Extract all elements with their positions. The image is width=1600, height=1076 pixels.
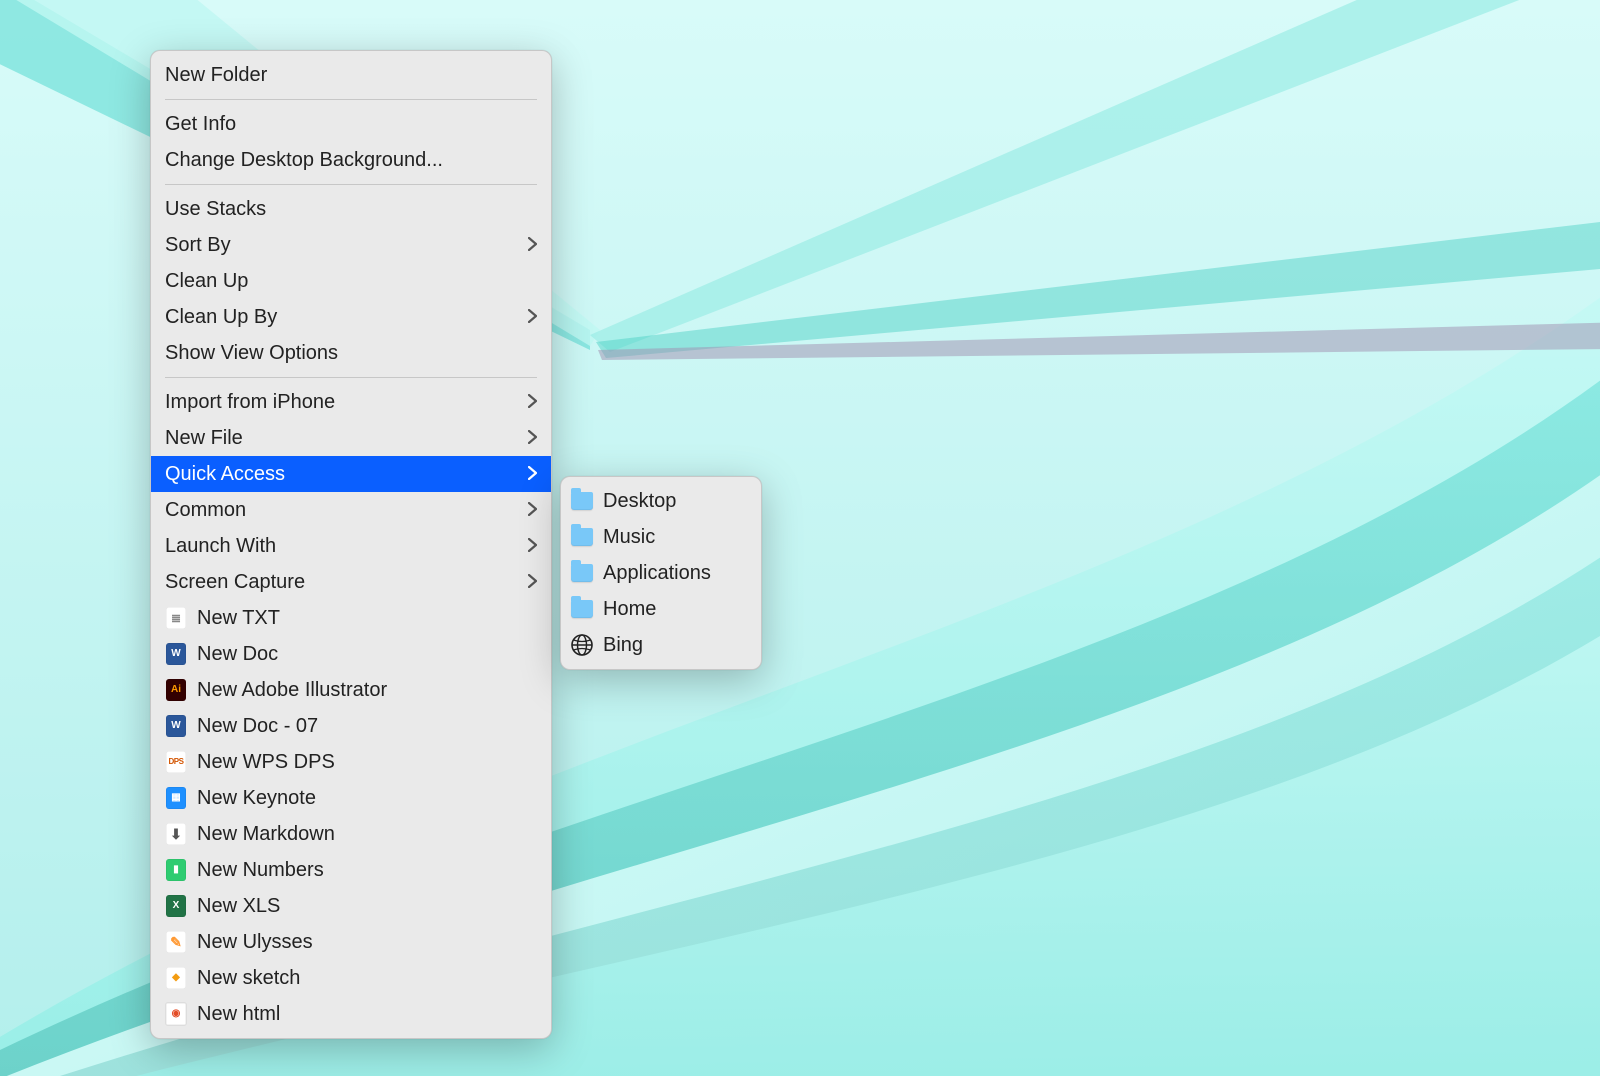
menu-label: New Doc [197, 639, 537, 669]
chevron-right-icon [528, 302, 537, 332]
folder-icon [571, 598, 593, 620]
menu-new-html[interactable]: ◉ New html [151, 996, 551, 1032]
sketch-file-icon: ◆ [165, 967, 187, 989]
menu-launch-with[interactable]: Launch With [151, 528, 551, 564]
menu-quick-access[interactable]: Quick Access [151, 456, 551, 492]
menu-label: Screen Capture [165, 567, 516, 597]
menu-label: New Markdown [197, 819, 537, 849]
ulysses-file-icon: ✎ [165, 931, 187, 953]
menu-label: Sort By [165, 230, 516, 260]
menu-label: New Numbers [197, 855, 537, 885]
chevron-right-icon [528, 459, 537, 489]
menu-label: New TXT [197, 603, 537, 633]
menu-label: New Doc - 07 [197, 711, 537, 741]
menu-label: Launch With [165, 531, 516, 561]
excel-file-icon: X [165, 895, 187, 917]
menu-label: New Adobe Illustrator [197, 675, 537, 705]
menu-new-xls[interactable]: X New XLS [151, 888, 551, 924]
folder-icon [571, 526, 593, 548]
illustrator-file-icon: Ai [165, 679, 187, 701]
menu-show-view-options[interactable]: Show View Options [151, 335, 551, 371]
menu-label: Clean Up By [165, 302, 516, 332]
menu-new-doc-07[interactable]: W New Doc - 07 [151, 708, 551, 744]
menu-new-adobe-illustrator[interactable]: Ai New Adobe Illustrator [151, 672, 551, 708]
menu-label: Import from iPhone [165, 387, 516, 417]
menu-get-info[interactable]: Get Info [151, 106, 551, 142]
chevron-right-icon [528, 230, 537, 260]
submenu-label: Desktop [603, 486, 747, 516]
menu-new-keynote[interactable]: ▦ New Keynote [151, 780, 551, 816]
menu-label: Clean Up [165, 266, 537, 296]
menu-new-file[interactable]: New File [151, 420, 551, 456]
menu-new-ulysses[interactable]: ✎ New Ulysses [151, 924, 551, 960]
menu-import-from-iphone[interactable]: Import from iPhone [151, 384, 551, 420]
menu-new-doc[interactable]: W New Doc [151, 636, 551, 672]
chevron-right-icon [528, 495, 537, 525]
chevron-right-icon [528, 387, 537, 417]
menu-change-desktop-background[interactable]: Change Desktop Background... [151, 142, 551, 178]
menu-label: New XLS [197, 891, 537, 921]
html-file-icon: ◉ [165, 1003, 187, 1025]
menu-new-sketch[interactable]: ◆ New sketch [151, 960, 551, 996]
numbers-file-icon: ▮ [165, 859, 187, 881]
menu-clean-up-by[interactable]: Clean Up By [151, 299, 551, 335]
submenu-label: Bing [603, 630, 747, 660]
menu-label: Quick Access [165, 459, 516, 489]
submenu-desktop[interactable]: Desktop [561, 483, 761, 519]
menu-label: Change Desktop Background... [165, 145, 537, 175]
menu-label: New Ulysses [197, 927, 537, 957]
submenu-bing[interactable]: Bing [561, 627, 761, 663]
menu-label: Common [165, 495, 516, 525]
menu-label: New sketch [197, 963, 537, 993]
desktop[interactable]: New Folder Get Info Change Desktop Backg… [0, 0, 1600, 1076]
menu-new-numbers[interactable]: ▮ New Numbers [151, 852, 551, 888]
dps-file-icon: DPS [165, 751, 187, 773]
menu-new-folder[interactable]: New Folder [151, 57, 551, 93]
folder-icon [571, 562, 593, 584]
txt-file-icon: ≣ [165, 607, 187, 629]
keynote-file-icon: ▦ [165, 787, 187, 809]
menu-label: Show View Options [165, 338, 537, 368]
submenu-applications[interactable]: Applications [561, 555, 761, 591]
menu-label: New Folder [165, 60, 537, 90]
menu-label: New WPS DPS [197, 747, 537, 777]
submenu-label: Music [603, 522, 747, 552]
folder-icon [571, 490, 593, 512]
menu-label: Get Info [165, 109, 537, 139]
globe-icon [571, 634, 593, 656]
menu-use-stacks[interactable]: Use Stacks [151, 191, 551, 227]
menu-label: New html [197, 999, 537, 1029]
menu-label: Use Stacks [165, 194, 537, 224]
menu-screen-capture[interactable]: Screen Capture [151, 564, 551, 600]
menu-divider [165, 377, 537, 378]
menu-clean-up[interactable]: Clean Up [151, 263, 551, 299]
menu-label: New Keynote [197, 783, 537, 813]
word-file-icon: W [165, 715, 187, 737]
menu-divider [165, 99, 537, 100]
menu-sort-by[interactable]: Sort By [151, 227, 551, 263]
menu-common[interactable]: Common [151, 492, 551, 528]
submenu-home[interactable]: Home [561, 591, 761, 627]
chevron-right-icon [528, 531, 537, 561]
word-file-icon: W [165, 643, 187, 665]
submenu-label: Home [603, 594, 747, 624]
quick-access-submenu: Desktop Music Applications Home [560, 476, 762, 670]
menu-new-markdown[interactable]: ⬇ New Markdown [151, 816, 551, 852]
menu-label: New File [165, 423, 516, 453]
menu-new-wps-dps[interactable]: DPS New WPS DPS [151, 744, 551, 780]
submenu-label: Applications [603, 558, 747, 588]
markdown-file-icon: ⬇ [165, 823, 187, 845]
chevron-right-icon [528, 567, 537, 597]
context-menu: New Folder Get Info Change Desktop Backg… [150, 50, 552, 1039]
menu-new-txt[interactable]: ≣ New TXT [151, 600, 551, 636]
menu-divider [165, 184, 537, 185]
submenu-music[interactable]: Music [561, 519, 761, 555]
chevron-right-icon [528, 423, 537, 453]
